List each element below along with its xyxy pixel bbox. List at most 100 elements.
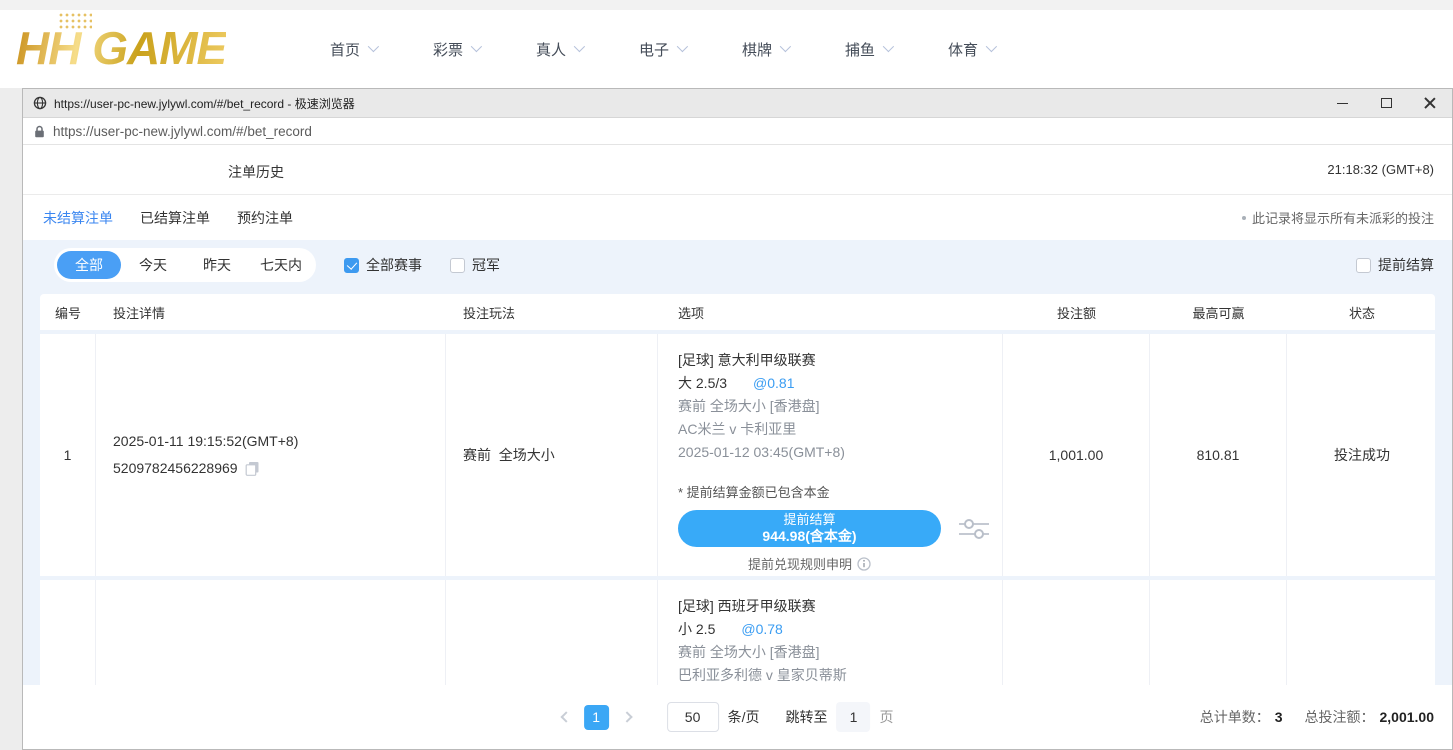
- browser-titlebar[interactable]: https://user-pc-new.jylywl.com/#/bet_rec…: [23, 89, 1452, 118]
- pick: 小 2.5: [678, 618, 715, 641]
- bet-detail-cell: 2025-01-11 19:15:52(GMT+8) 5209782456228…: [96, 334, 446, 576]
- page-unit-label: 页: [879, 707, 893, 727]
- league-name: [足球] 意大利甲级联赛: [678, 349, 1002, 372]
- unsettled-note: 此记录将显示所有未派彩的投注: [1242, 208, 1434, 227]
- tabs-row: 未结算注单 已结算注单 预约注单 此记录将显示所有未派彩的投注: [23, 195, 1452, 240]
- checkbox-champion[interactable]: 冠军: [450, 255, 500, 275]
- odds: @0.81: [753, 372, 794, 395]
- checkbox-checked-icon: [344, 258, 359, 273]
- pager: 1 条/页 跳转至 页: [562, 702, 894, 732]
- info-icon: [857, 557, 871, 571]
- cashout-button-title: 提前结算: [783, 512, 835, 528]
- per-page-label: 条/页: [728, 707, 760, 727]
- site-logo: HH GAME: [16, 12, 226, 84]
- bet-type-cell: 赛前 全场大小: [446, 334, 658, 576]
- checkbox-cashout[interactable]: 提前结算: [1356, 255, 1434, 275]
- nav-item-live[interactable]: 真人: [536, 39, 639, 60]
- col-header-bet-type: 投注玩法: [446, 303, 658, 322]
- filter-yesterday[interactable]: 昨天: [185, 251, 249, 279]
- bet-record-page: 注单历史 21:18:32 (GMT+8) 未结算注单 已结算注单 预约注单 此…: [23, 145, 1452, 749]
- stake-cell: 1,001.00: [1003, 334, 1150, 576]
- total-count-label: 总计单数：: [1200, 707, 1270, 727]
- chevron-down-icon: [883, 40, 894, 51]
- jump-to-label: 跳转至: [785, 707, 827, 727]
- match-teams: 巴利亚多利德 v 皇家贝蒂斯: [678, 664, 1002, 687]
- nav-item-sports[interactable]: 体育: [948, 39, 1051, 60]
- pick: 大 2.5/3: [678, 372, 727, 395]
- globe-icon: [33, 96, 47, 110]
- bet-table: 编号 投注详情 投注玩法 选项 投注额 最高可赢 状态 1 2025-01-11…: [23, 290, 1452, 749]
- match-time: 2025-01-12 03:45(GMT+8): [678, 441, 1002, 464]
- page-header: 注单历史 21:18:32 (GMT+8): [23, 145, 1452, 195]
- odds: @0.78: [741, 618, 782, 641]
- table-header-row: 编号 投注详情 投注玩法 选项 投注额 最高可赢 状态: [40, 294, 1435, 330]
- sliders-settings-icon[interactable]: [959, 517, 989, 541]
- market: 赛前 全场大小 [香港盘]: [678, 395, 1002, 418]
- cashout-note: * 提前结算金额已包含本金: [678, 482, 1002, 501]
- chevron-down-icon: [368, 40, 379, 51]
- chevron-down-icon: [986, 40, 997, 51]
- copy-icon[interactable]: [245, 461, 260, 476]
- date-range-filter: 全部 今天 昨天 七天内: [54, 248, 316, 282]
- minimize-icon: [1337, 103, 1348, 104]
- bet-id: 5209782456228969: [113, 455, 238, 482]
- bullet-dot-icon: [1242, 216, 1246, 220]
- next-page-icon[interactable]: [621, 711, 632, 722]
- col-header-status: 状态: [1287, 303, 1437, 322]
- site-header: HH GAME 首页 彩票 真人 电子 棋牌 捕鱼 体育: [0, 10, 1453, 88]
- lock-icon: [34, 125, 45, 138]
- page-title: 注单历史: [228, 162, 284, 182]
- filter-seven-days[interactable]: 七天内: [249, 251, 313, 279]
- match-teams: AC米兰 v 卡利亚里: [678, 418, 1002, 441]
- window-title: https://user-pc-new.jylywl.com/#/bet_rec…: [54, 95, 355, 112]
- filter-all[interactable]: 全部: [57, 251, 121, 279]
- minimize-button[interactable]: [1320, 89, 1364, 117]
- checkbox-unchecked-icon: [1356, 258, 1371, 273]
- tab-reserved-bets[interactable]: 预约注单: [237, 208, 293, 228]
- league-name: [足球] 西班牙甲级联赛: [678, 595, 1002, 618]
- tab-unsettled-bets[interactable]: 未结算注单: [43, 208, 113, 228]
- selection-cell: [足球] 意大利甲级联赛 大 2.5/3 @0.81 赛前 全场大小 [香港盘]…: [658, 334, 1003, 576]
- totals-summary: 总计单数： 3 总投注额： 2,001.00: [1200, 707, 1434, 727]
- nav-item-lottery[interactable]: 彩票: [433, 39, 536, 60]
- col-header-no: 编号: [40, 303, 96, 322]
- prev-page-icon[interactable]: [560, 711, 571, 722]
- pagination-bar: 1 条/页 跳转至 页 总计单数： 3 总投注额： 2,001.00: [23, 685, 1452, 749]
- chevron-down-icon: [471, 40, 482, 51]
- nav-item-home[interactable]: 首页: [330, 39, 433, 60]
- nav-item-boardgames[interactable]: 棋牌: [742, 39, 845, 60]
- close-icon: [1424, 97, 1436, 109]
- cashout-button[interactable]: 提前结算 944.98(含本金): [678, 510, 941, 547]
- server-clock: 21:18:32 (GMT+8): [1327, 162, 1434, 177]
- browser-addressbar[interactable]: https://user-pc-new.jylywl.com/#/bet_rec…: [23, 118, 1452, 145]
- filter-row: 全部 今天 昨天 七天内 全部赛事 冠军 提前结算: [23, 240, 1452, 290]
- chevron-down-icon: [677, 40, 688, 51]
- maximize-icon: [1381, 98, 1392, 108]
- table-row: 1 2025-01-11 19:15:52(GMT+8) 52097824562…: [40, 334, 1435, 576]
- max-win-cell: 810.81: [1150, 334, 1287, 576]
- jump-page-input[interactable]: [836, 702, 870, 732]
- browser-window: https://user-pc-new.jylywl.com/#/bet_rec…: [22, 88, 1453, 750]
- filter-today[interactable]: 今天: [121, 251, 185, 279]
- cashout-rules-link[interactable]: 提前兑现规则申明: [678, 554, 941, 573]
- tab-settled-bets[interactable]: 已结算注单: [140, 208, 210, 228]
- total-count-value: 3: [1275, 709, 1283, 725]
- main-nav: 首页 彩票 真人 电子 棋牌 捕鱼 体育: [330, 10, 1051, 88]
- nav-item-slots[interactable]: 电子: [639, 39, 742, 60]
- maximize-button[interactable]: [1364, 89, 1408, 117]
- cashout-amount: 944.98(含本金): [762, 528, 856, 545]
- page-number-button[interactable]: 1: [584, 705, 609, 730]
- row-number: 1: [40, 334, 96, 576]
- chevron-down-icon: [574, 40, 585, 51]
- checkbox-unchecked-icon: [450, 258, 465, 273]
- page-top-strip: [0, 0, 1453, 10]
- total-stake-value: 2,001.00: [1380, 709, 1435, 725]
- close-button[interactable]: [1408, 89, 1452, 117]
- col-header-selection: 选项: [658, 303, 1003, 322]
- checkbox-all-events[interactable]: 全部赛事: [344, 255, 422, 275]
- nav-item-fishing[interactable]: 捕鱼: [845, 39, 948, 60]
- page-size-input[interactable]: [667, 702, 719, 732]
- total-stake-label: 总投注额：: [1305, 707, 1375, 727]
- col-header-stake: 投注额: [1003, 303, 1150, 322]
- bet-time: 2025-01-11 19:15:52(GMT+8): [113, 428, 445, 455]
